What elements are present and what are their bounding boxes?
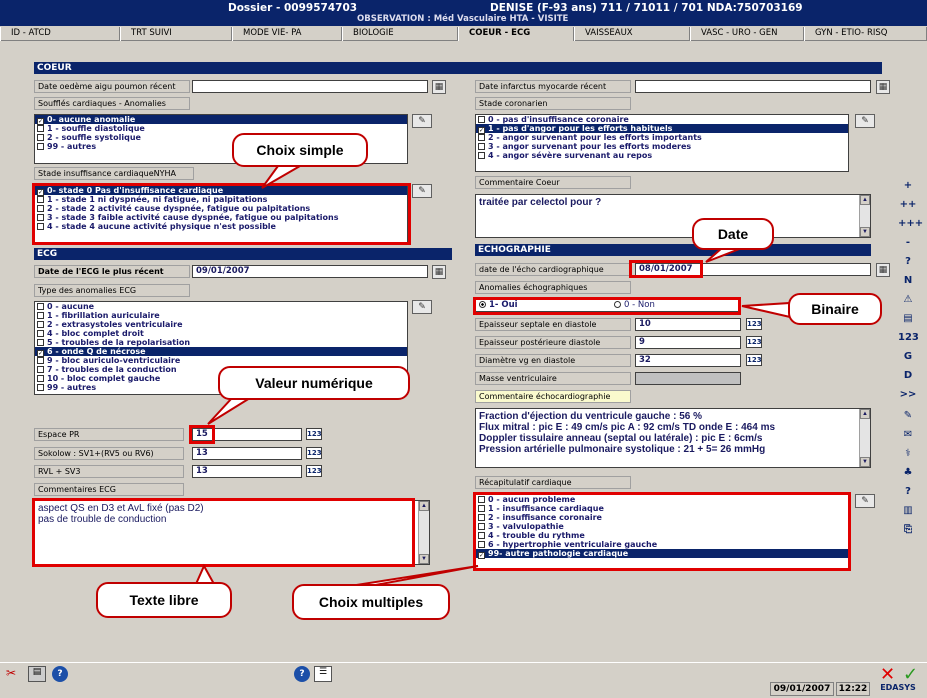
tools-icon[interactable]: ✂ — [6, 666, 24, 682]
brand-logo: EDASYS — [880, 683, 916, 692]
callout-choix-simple: Choix simple — [232, 133, 368, 167]
callout-valeur-numerique: Valeur numérique — [218, 366, 410, 400]
callout-date: Date — [692, 218, 774, 250]
help-icon[interactable]: ? — [52, 666, 68, 682]
keyboard-icon[interactable]: ▤ — [28, 666, 46, 682]
callout-tail — [207, 397, 254, 425]
callout-binaire: Binaire — [788, 293, 882, 325]
callout-tail — [741, 301, 791, 319]
callout-tail — [261, 165, 304, 189]
status-date: 09/01/2007 — [770, 682, 834, 696]
help-icon[interactable]: ? — [294, 666, 310, 682]
callout-choix-multiples: Choix multiples — [292, 584, 450, 620]
tree-icon[interactable]: ☰ — [314, 666, 332, 682]
callout-tail — [705, 247, 743, 263]
callout-texte-libre: Texte libre — [96, 582, 232, 618]
status-time: 12:22 — [836, 682, 870, 696]
callout-tail — [349, 565, 479, 587]
